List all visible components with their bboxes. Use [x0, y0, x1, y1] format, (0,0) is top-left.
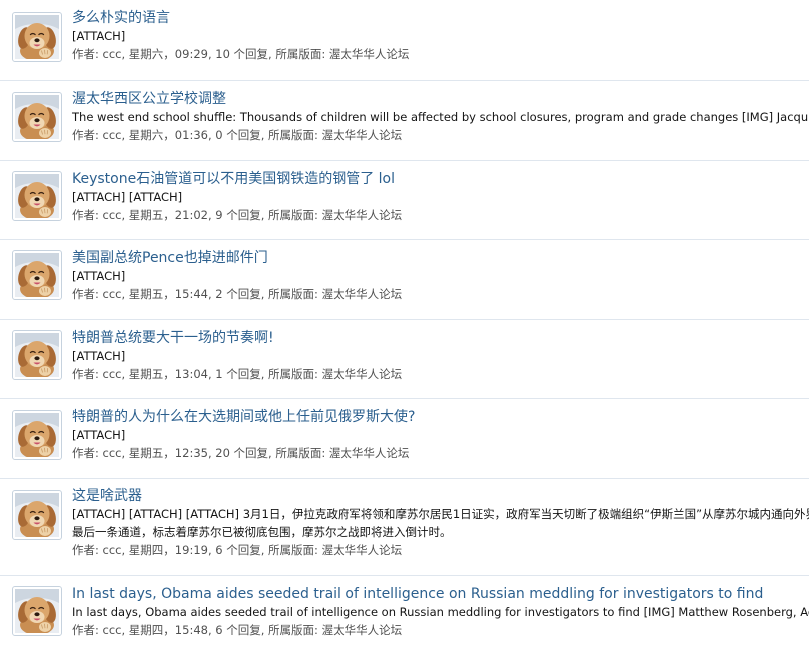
thread-snippet: [ATTACH] — [72, 428, 126, 442]
puppy-avatar-icon — [15, 413, 59, 457]
meta-author-label: 作者: — [72, 208, 103, 222]
thread-snippet: The west end school shuffle: Thousands o… — [72, 110, 809, 124]
meta-author-label: 作者: — [72, 367, 103, 381]
thread-meta: 作者: ccc, 星期六，09:29, 10 个回复, 所属版面: 渥太华华人论… — [72, 45, 809, 63]
forum-link[interactable]: 渥太华华人论坛 — [322, 287, 403, 301]
thread-meta: 作者: ccc, 星期四，15:48, 6 个回复, 所属版面: 渥太华华人论坛 — [72, 621, 809, 639]
thread-row: 这是啥武器 [ATTACH] [ATTACH] [ATTACH] 3月1日，伊拉… — [0, 479, 809, 576]
forum-link[interactable]: 渥太华华人论坛 — [322, 128, 403, 142]
forum-link[interactable]: 渥太华华人论坛 — [322, 623, 403, 637]
meta-details: , 星期六，01:36, 0 个回复, 所属版面: — [121, 128, 322, 142]
forum-link[interactable]: 渥太华华人论坛 — [322, 367, 403, 381]
thread-snippet: In last days, Obama aides seeded trail o… — [72, 605, 809, 619]
forum-link[interactable]: 渥太华华人论坛 — [322, 543, 403, 557]
forum-link[interactable]: 渥太华华人论坛 — [329, 47, 410, 61]
author-link[interactable]: ccc — [103, 623, 122, 637]
meta-author-label: 作者: — [72, 128, 103, 142]
meta-author-label: 作者: — [72, 287, 103, 301]
thread-title-link[interactable]: 多么朴实的语言 — [72, 9, 809, 27]
puppy-avatar-icon — [15, 15, 59, 59]
avatar[interactable] — [12, 250, 62, 300]
avatar[interactable] — [12, 92, 62, 142]
thread-snippet: [ATTACH] — [72, 349, 126, 363]
thread-title-link[interactable]: In last days, Obama aides seeded trail o… — [72, 585, 809, 603]
thread-meta: 作者: ccc, 星期六，01:36, 0 个回复, 所属版面: 渥太华华人论坛 — [72, 126, 809, 144]
thread-snippet: [ATTACH] [ATTACH] [ATTACH] 3月1日，伊拉克政府军将领… — [72, 507, 809, 539]
meta-author-label: 作者: — [72, 623, 103, 637]
author-link[interactable]: ccc — [103, 47, 122, 61]
forum-link[interactable]: 渥太华华人论坛 — [329, 446, 410, 460]
puppy-avatar-icon — [15, 174, 59, 218]
meta-details: , 星期四，15:48, 6 个回复, 所属版面: — [121, 623, 322, 637]
avatar[interactable] — [12, 171, 62, 221]
thread-row: Keystone石油管道可以不用美国钢铁造的钢管了 lol [ATTACH] [… — [0, 161, 809, 240]
meta-author-label: 作者: — [72, 47, 103, 61]
thread-meta: 作者: ccc, 星期五，21:02, 9 个回复, 所属版面: 渥太华华人论坛 — [72, 206, 809, 224]
forum-link[interactable]: 渥太华华人论坛 — [322, 208, 403, 222]
thread-title-link[interactable]: 特朗普总统要大干一场的节奏啊! — [72, 329, 809, 347]
meta-details: , 星期五，12:35, 20 个回复, 所属版面: — [121, 446, 329, 460]
thread-meta: 作者: ccc, 星期五，12:35, 20 个回复, 所属版面: 渥太华华人论… — [72, 444, 809, 462]
thread-meta: 作者: ccc, 星期五，13:04, 1 个回复, 所属版面: 渥太华华人论坛 — [72, 365, 809, 383]
meta-author-label: 作者: — [72, 543, 103, 557]
thread-snippet: [ATTACH] [ATTACH] — [72, 190, 183, 204]
thread-row: 多么朴实的语言 [ATTACH] 作者: ccc, 星期六，09:29, 10 … — [0, 0, 809, 81]
thread-row: 渥太华西区公立学校调整 The west end school shuffle:… — [0, 81, 809, 161]
author-link[interactable]: ccc — [103, 367, 122, 381]
thread-row: 特朗普总统要大干一场的节奏啊! [ATTACH] 作者: ccc, 星期五，13… — [0, 320, 809, 399]
puppy-avatar-icon — [15, 253, 59, 297]
thread-row: 特朗普的人为什么在大选期间或他上任前见俄罗斯大使? [ATTACH] 作者: c… — [0, 399, 809, 479]
thread-row: 美国副总统Pence也掉进邮件门 [ATTACH] 作者: ccc, 星期五，1… — [0, 240, 809, 320]
meta-details: , 星期五，21:02, 9 个回复, 所属版面: — [121, 208, 322, 222]
meta-details: , 星期五，13:04, 1 个回复, 所属版面: — [121, 367, 322, 381]
meta-details: , 星期六，09:29, 10 个回复, 所属版面: — [121, 47, 329, 61]
avatar[interactable] — [12, 330, 62, 380]
thread-list: 多么朴实的语言 [ATTACH] 作者: ccc, 星期六，09:29, 10 … — [0, 0, 809, 651]
puppy-avatar-icon — [15, 95, 59, 139]
thread-snippet: [ATTACH] — [72, 29, 126, 43]
puppy-avatar-icon — [15, 333, 59, 377]
thread-meta: 作者: ccc, 星期四，19:19, 6 个回复, 所属版面: 渥太华华人论坛 — [72, 541, 809, 559]
thread-title-link[interactable]: Keystone石油管道可以不用美国钢铁造的钢管了 lol — [72, 170, 809, 188]
author-link[interactable]: ccc — [103, 208, 122, 222]
thread-row: In last days, Obama aides seeded trail o… — [0, 576, 809, 651]
meta-details: , 星期五，15:44, 2 个回复, 所属版面: — [121, 287, 322, 301]
thread-title-link[interactable]: 美国副总统Pence也掉进邮件门 — [72, 249, 809, 267]
avatar[interactable] — [12, 410, 62, 460]
puppy-avatar-icon — [15, 589, 59, 633]
thread-title-link[interactable]: 渥太华西区公立学校调整 — [72, 90, 809, 108]
thread-meta: 作者: ccc, 星期五，15:44, 2 个回复, 所属版面: 渥太华华人论坛 — [72, 285, 809, 303]
author-link[interactable]: ccc — [103, 128, 122, 142]
author-link[interactable]: ccc — [103, 446, 122, 460]
avatar[interactable] — [12, 490, 62, 540]
thread-snippet: [ATTACH] — [72, 269, 126, 283]
thread-title-link[interactable]: 这是啥武器 — [72, 487, 809, 505]
avatar[interactable] — [12, 12, 62, 62]
meta-details: , 星期四，19:19, 6 个回复, 所属版面: — [121, 543, 322, 557]
meta-author-label: 作者: — [72, 446, 103, 460]
thread-title-link[interactable]: 特朗普的人为什么在大选期间或他上任前见俄罗斯大使? — [72, 408, 809, 426]
author-link[interactable]: ccc — [103, 543, 122, 557]
avatar[interactable] — [12, 586, 62, 636]
puppy-avatar-icon — [15, 493, 59, 537]
author-link[interactable]: ccc — [103, 287, 122, 301]
